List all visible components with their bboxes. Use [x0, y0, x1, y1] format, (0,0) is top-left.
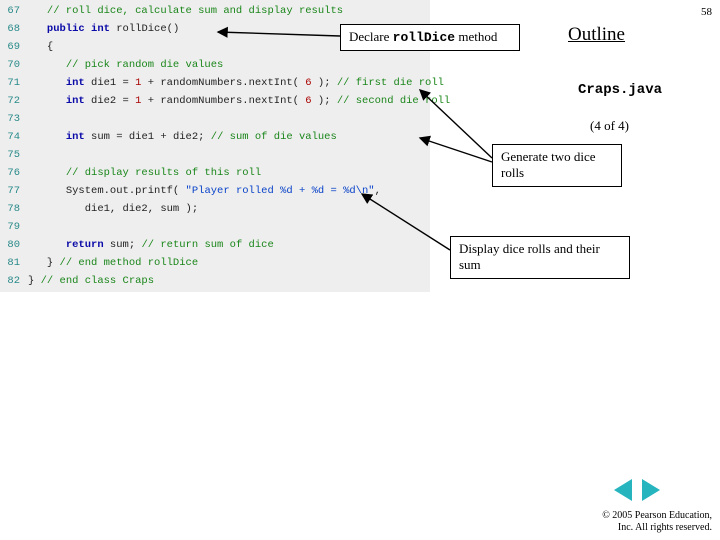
outline-heading: Outline: [568, 24, 625, 46]
callout-display: Display dice rolls and their sum: [450, 236, 630, 279]
file-name-label: Craps.java: [578, 82, 662, 98]
code-line: 79: [0, 218, 430, 236]
code-line: 71 int die1 = 1 + randomNumbers.nextInt(…: [0, 74, 430, 92]
code-line: 81 } // end method rollDice: [0, 254, 430, 272]
next-slide-button[interactable]: [642, 479, 660, 501]
prev-slide-button[interactable]: [614, 479, 632, 501]
code-line: 70 // pick random die values: [0, 56, 430, 74]
code-line: 72 int die2 = 1 + randomNumbers.nextInt(…: [0, 92, 430, 110]
code-line: 82} // end class Craps: [0, 272, 430, 290]
slide-nav: [614, 479, 660, 506]
code-line: 80 return sum; // return sum of dice: [0, 236, 430, 254]
code-line: 78 die1, die2, sum );: [0, 200, 430, 218]
part-label: (4 of 4): [590, 118, 629, 134]
code-line: 74 int sum = die1 + die2; // sum of die …: [0, 128, 430, 146]
page-number: 58: [701, 6, 712, 18]
code-line: 76 // display results of this roll: [0, 164, 430, 182]
callout-generate: Generate two dice rolls: [492, 144, 622, 187]
code-line: 77 System.out.printf( "Player rolled %d …: [0, 182, 430, 200]
callout-declare: Declare rollDice method: [340, 24, 520, 51]
code-line: 75: [0, 146, 430, 164]
copyright-footer: © 2005 Pearson Education, Inc. All right…: [602, 510, 712, 534]
code-line: 73: [0, 110, 430, 128]
code-line: 67 // roll dice, calculate sum and displ…: [0, 2, 430, 20]
